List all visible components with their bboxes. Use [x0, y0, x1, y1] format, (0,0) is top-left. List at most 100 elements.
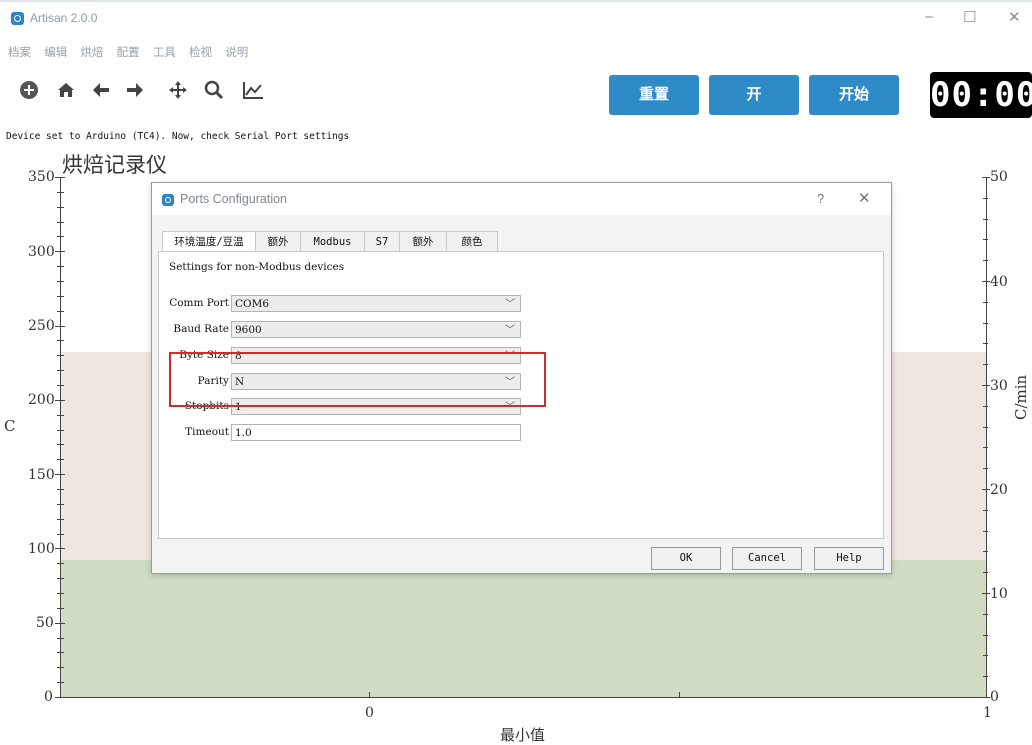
y2-axis-tick [983, 676, 988, 677]
move-icon[interactable] [166, 79, 190, 103]
y-axis-tick [55, 251, 65, 252]
y-tick-label: 100 [28, 541, 55, 557]
home-icon[interactable] [54, 79, 78, 103]
baud-rate-select[interactable]: 9600 ﹀ [231, 321, 521, 338]
arrow-right-icon[interactable] [123, 79, 147, 103]
artisan-logo-icon [162, 194, 174, 206]
y-axis-tick [57, 296, 64, 297]
y-axis-tick [57, 638, 64, 639]
menu-help[interactable]: 说明 [225, 47, 248, 59]
tab-colors[interactable]: 颜色 [446, 231, 498, 252]
y2-axis-tick [983, 343, 988, 344]
cancel-button[interactable]: Cancel [732, 547, 802, 570]
y-axis-tick [57, 430, 64, 431]
y-tick-label: 250 [28, 318, 55, 334]
y2-axis-label: C/min [1012, 374, 1030, 420]
zoom-icon[interactable] [202, 79, 226, 103]
y-axis-tick [57, 578, 64, 579]
y-axis-tick [57, 192, 64, 193]
x-axis-tick [679, 692, 680, 698]
menu-edit[interactable]: 编辑 [44, 47, 67, 59]
y2-axis-tick [983, 323, 988, 324]
y2-axis-tick [983, 614, 988, 615]
dialog-help-button[interactable]: ? [817, 191, 824, 206]
y-axis-tick [57, 311, 64, 312]
y2-tick-label: 20 [990, 482, 1008, 498]
maximize-button[interactable]: ☐ [963, 8, 976, 26]
y2-axis-tick [982, 281, 990, 282]
timeout-input[interactable]: 1.0 [231, 424, 521, 441]
start-button[interactable]: 开始 [809, 75, 899, 115]
y-axis-tick [57, 459, 64, 460]
annotation-highlight-box [169, 352, 546, 407]
y-axis-tick [57, 266, 64, 267]
tab-modbus[interactable]: Modbus [300, 231, 365, 252]
y-axis-tick [57, 281, 64, 282]
chevron-down-icon: ﹀ [505, 325, 515, 336]
menu-tools[interactable]: 工具 [153, 47, 176, 59]
y2-axis-tick [983, 531, 988, 532]
chart-title: 烘焙记录仪 [62, 153, 167, 177]
menu-config[interactable]: 配置 [117, 47, 140, 59]
y2-axis-tick [983, 260, 988, 261]
y-axis-tick [57, 355, 64, 356]
y2-axis-tick [983, 198, 988, 199]
baud-rate-value: 9600 [235, 324, 262, 336]
timer-lcd: 00:00 [930, 72, 1032, 118]
panel-description: Settings for non-Modbus devices [169, 261, 345, 273]
y-axis-tick [57, 236, 64, 237]
y-tick-label: 350 [28, 169, 55, 185]
menu-bar: 档案 编辑 烘焙 配置 工具 检视 说明 [8, 44, 258, 60]
comm-port-value: COM6 [235, 298, 270, 310]
y-axis-tick [55, 400, 65, 401]
y-axis-tick [57, 519, 64, 520]
chart-icon[interactable] [241, 79, 265, 103]
dialog-close-button[interactable]: ✕ [858, 189, 871, 207]
y2-tick-label: 10 [990, 586, 1008, 602]
y2-axis-tick [983, 219, 988, 220]
y2-tick-label: 0 [990, 689, 999, 705]
menu-view[interactable]: 检视 [189, 47, 212, 59]
y-axis-tick [57, 593, 64, 594]
y-axis-tick [57, 222, 64, 223]
menu-file[interactable]: 档案 [8, 47, 31, 59]
tab-et-bt[interactable]: 环境温度/豆温 [162, 231, 256, 252]
y-axis-tick [55, 548, 65, 549]
y-axis-tick [57, 652, 64, 653]
x-axis-label: 最小值 [500, 726, 546, 744]
y-axis-tick [57, 504, 64, 505]
x-tick-label: 0 [365, 705, 374, 721]
tab-panel: Settings for non-Modbus devices Comm Por… [158, 251, 884, 539]
status-message: Device set to Arduino (TC4). Now, check … [6, 131, 350, 142]
phase-band-lower [60, 560, 987, 698]
tab-extra-2[interactable]: 额外 [399, 231, 447, 252]
y2-axis-tick [983, 572, 988, 573]
arrow-left-icon[interactable] [89, 79, 113, 103]
on-button[interactable]: 开 [709, 75, 799, 115]
help-button[interactable]: Help [814, 547, 884, 570]
y-axis-tick [57, 489, 64, 490]
comm-port-select[interactable]: COM6 ﹀ [231, 295, 521, 312]
menu-roast[interactable]: 烘焙 [80, 47, 103, 59]
title-bar [0, 0, 1032, 40]
timeout-label: Timeout [185, 426, 229, 438]
y2-axis-tick [982, 697, 990, 698]
y-axis-tick [55, 623, 65, 624]
tab-extra-1[interactable]: 额外 [255, 231, 301, 252]
minimize-button[interactable]: – [925, 8, 933, 25]
y-tick-label: 150 [28, 467, 55, 483]
y2-axis-tick [983, 551, 988, 552]
y2-axis-tick [983, 635, 988, 636]
reset-button[interactable]: 重置 [609, 75, 699, 115]
y2-axis-tick [983, 239, 988, 240]
close-button[interactable]: ✕ [1008, 8, 1021, 26]
y2-axis-tick [982, 177, 990, 178]
ok-button[interactable]: OK [651, 547, 721, 570]
tab-s7[interactable]: S7 [364, 231, 400, 252]
y-axis-tick [57, 385, 64, 386]
y2-tick-label: 40 [990, 274, 1008, 290]
y-axis-tick [57, 563, 64, 564]
comm-port-label: Comm Port [169, 297, 229, 309]
plus-circle-icon[interactable] [17, 79, 41, 103]
y-axis-tick [57, 207, 64, 208]
